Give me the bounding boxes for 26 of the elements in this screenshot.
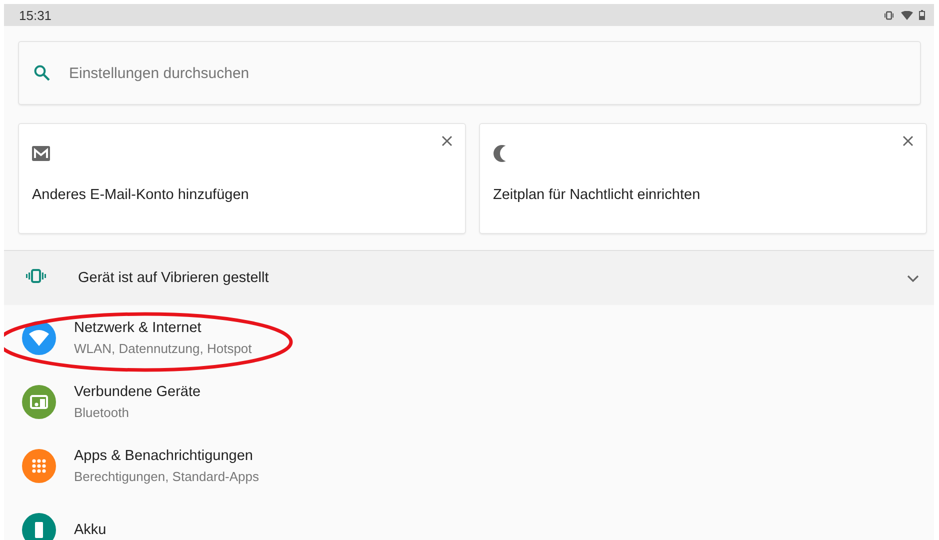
vibrate-icon: [26, 268, 46, 282]
settings-item[interactable]: Verbundene Geräte Bluetooth: [4, 370, 934, 434]
suggestion-title: Anderes E-Mail-Konto hinzufügen: [32, 187, 250, 203]
item-title: Verbundene Geräte: [74, 384, 201, 400]
suggestion-title: Zeitplan für Nachtlicht einrichten: [493, 187, 702, 203]
settings-item[interactable]: Apps & Benachrichtigungen Berechtigungen, Standard-Apps: [4, 434, 934, 498]
item-title: Apps & Benachrichtigungen: [74, 448, 254, 464]
mail-icon: [32, 146, 50, 160]
search-icon: [34, 65, 50, 81]
moon-icon: [493, 144, 507, 162]
settings-item[interactable]: Netzwerk & Internet WLAN, Datennutzung, Hotspot: [4, 306, 934, 370]
search-field[interactable]: Einstellungen durchsuchen: [67, 64, 920, 82]
chevron-icon[interactable]: [906, 272, 920, 284]
status-time: 15:31: [19, 8, 52, 22]
battery-icon: [919, 10, 925, 20]
item-title: Netzwerk & Internet: [74, 320, 202, 336]
item-summary: Bluetooth: [74, 405, 130, 420]
wifi-icon: [901, 10, 913, 20]
condition-title: Gerät ist auf Vibrieren gestellt: [78, 270, 270, 286]
item-summary: Berechtigungen, Standard-Apps: [74, 469, 260, 484]
item-title: Akku: [74, 522, 106, 538]
item-summary: WLAN, Datennutzung, Hotspot: [74, 341, 252, 356]
vibrate-icon: [883, 10, 895, 20]
close-icon: [441, 135, 453, 147]
close-icon: [902, 135, 914, 147]
settings-item[interactable]: Akku: [4, 498, 934, 540]
